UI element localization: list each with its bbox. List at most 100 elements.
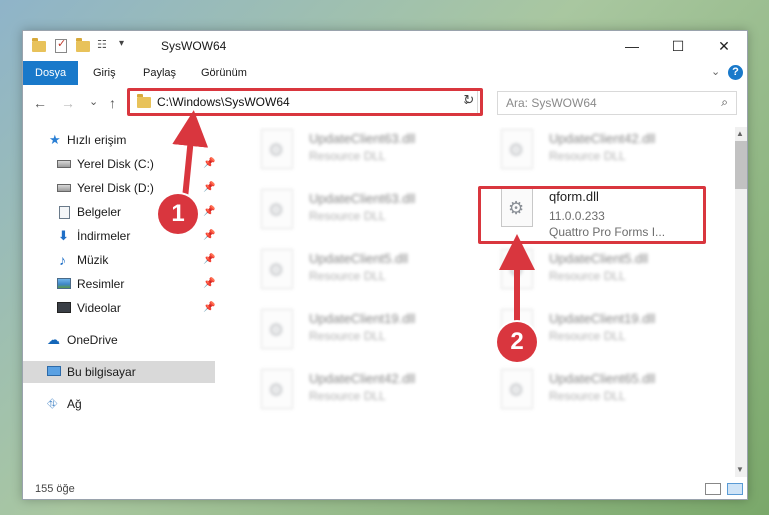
folder-icon — [31, 38, 47, 54]
pin-icon[interactable]: 📌 — [203, 201, 215, 223]
sidebar-item-label: Yerel Disk (D:) — [77, 181, 154, 195]
file-tile[interactable]: UpdateClient5.dll Resource DLL — [483, 247, 703, 303]
scroll-up-icon[interactable]: ▲ — [736, 129, 744, 138]
item-count: 155 öğe — [35, 483, 75, 495]
close-button[interactable]: ✕ — [701, 31, 747, 61]
sidebar-item-pictures[interactable]: Resimler 📌 — [23, 273, 215, 295]
scrollbar-thumb[interactable] — [735, 141, 747, 189]
ribbon-collapse-icon[interactable]: ⌄ — [711, 65, 720, 78]
address-bar[interactable]: C:\Windows\SysWOW64 ⌄ — [128, 90, 478, 114]
search-icon[interactable]: ⌕ — [721, 95, 728, 110]
refresh-button[interactable]: ↻ — [459, 92, 479, 112]
navigation-pane: ★ Hızlı erişim Yerel Disk (C:) 📌 Yerel D… — [23, 127, 215, 467]
sidebar-item-local-disk-c[interactable]: Yerel Disk (C:) 📌 — [23, 153, 215, 175]
large-icons-view-icon[interactable] — [727, 483, 743, 495]
forward-button[interactable]: → — [61, 95, 75, 111]
minimize-button[interactable]: — — [609, 31, 655, 61]
quick-access-toolbar: ☷ ▾ — [31, 37, 141, 54]
explorer-window: ☷ ▾ SysWOW64 — ☐ ✕ Dosya Giriş Paylaş Gö… — [22, 30, 748, 500]
pin-icon[interactable]: 📌 — [203, 177, 215, 199]
scroll-down-icon[interactable]: ▼ — [736, 465, 744, 474]
file-type: Resource DLL — [309, 389, 386, 403]
file-tile-qform[interactable]: qform.dll 11.0.0.233 Quattro Pro Forms I… — [483, 185, 703, 241]
file-type: Resource DLL — [549, 329, 626, 343]
sidebar-item-label: Bu bilgisayar — [67, 365, 136, 379]
dll-file-icon — [501, 129, 533, 169]
pin-icon[interactable]: 📌 — [203, 297, 215, 319]
music-icon: ♪ — [59, 252, 66, 268]
search-input[interactable]: Ara: SysWOW64 — [506, 96, 597, 110]
sidebar-item-music[interactable]: ♪ Müzik 📌 — [23, 249, 215, 271]
dll-file-icon — [501, 249, 533, 289]
details-view-icon[interactable] — [705, 483, 721, 495]
downloads-icon: ⬇ — [58, 228, 69, 243]
callout-badge-2: 2 — [497, 322, 537, 362]
dll-file-icon — [501, 187, 533, 227]
pin-icon[interactable]: 📌 — [203, 273, 215, 295]
properties-icon[interactable] — [53, 37, 69, 54]
view-options-icon[interactable]: ☷ — [97, 38, 113, 54]
file-name: UpdateClient19.dll — [309, 311, 416, 326]
sidebar-item-onedrive[interactable]: ☁ OneDrive — [23, 329, 215, 351]
file-type: Resource DLL — [549, 269, 626, 283]
sidebar-item-network[interactable]: ⛗ Ağ — [23, 393, 215, 415]
file-name: UpdateClient42.dll — [549, 131, 656, 146]
file-name: UpdateClient5.dll — [309, 251, 409, 266]
sidebar-item-videos[interactable]: Videolar 📌 — [23, 297, 215, 319]
videos-icon — [57, 302, 71, 314]
drive-icon — [57, 182, 71, 194]
file-name: UpdateClient19.dll — [549, 311, 656, 326]
sidebar-item-label: Ağ — [67, 397, 82, 411]
tab-dosya[interactable]: Dosya — [23, 61, 79, 85]
maximize-button[interactable]: ☐ — [655, 31, 701, 61]
sidebar-item-label: Belgeler — [77, 205, 122, 219]
file-name: UpdateClient5.dll — [549, 251, 649, 266]
address-path[interactable]: C:\Windows\SysWOW64 — [157, 95, 290, 109]
sidebar-item-quick-access[interactable]: ★ Hızlı erişim — [23, 129, 215, 151]
search-box[interactable]: Ara: SysWOW64 ⌕ — [497, 91, 737, 115]
sidebar-item-label: Hızlı erişim — [67, 133, 127, 147]
file-name: UpdateClient63.dll — [309, 131, 416, 146]
star-icon: ★ — [49, 132, 61, 147]
file-type: Resource DLL — [309, 329, 386, 343]
sidebar-item-label: Yerel Disk (C:) — [77, 157, 154, 171]
tab-gorunum[interactable]: Görünüm — [189, 61, 259, 85]
file-type: Resource DLL — [549, 389, 626, 403]
sidebar-item-label: OneDrive — [67, 333, 118, 347]
network-icon: ⛗ — [47, 396, 58, 411]
help-icon[interactable]: ? — [728, 65, 743, 80]
file-description: Quattro Pro Forms I... — [549, 225, 666, 239]
pin-icon[interactable]: 📌 — [203, 225, 215, 247]
file-tile[interactable]: UpdateClient63.dll Resource DLL — [243, 127, 463, 183]
tab-paylas[interactable]: Paylaş — [131, 61, 188, 85]
file-tile[interactable]: UpdateClient42.dll Resource DLL — [483, 127, 703, 183]
file-tile[interactable]: UpdateClient65.dll Resource DLL — [483, 367, 703, 423]
vertical-scrollbar[interactable]: ▲ ▼ — [735, 127, 747, 477]
pictures-icon — [57, 278, 71, 290]
file-tile[interactable]: UpdateClient42.dll Resource DLL — [243, 367, 463, 423]
computer-icon — [47, 366, 61, 378]
dll-file-icon — [261, 129, 293, 169]
file-tile[interactable]: UpdateClient19.dll Resource DLL — [243, 307, 463, 363]
file-tile[interactable]: UpdateClient5.dll Resource DLL — [243, 247, 463, 303]
pin-icon[interactable]: 📌 — [203, 249, 215, 271]
file-tile[interactable]: UpdateClient63.dll Resource DLL — [243, 187, 463, 243]
file-type: Resource DLL — [309, 149, 386, 163]
up-button[interactable]: ↑ — [109, 95, 116, 111]
sidebar-item-label: Videolar — [77, 301, 121, 315]
pin-icon[interactable]: 📌 — [203, 153, 215, 175]
dll-file-icon — [261, 189, 293, 229]
file-name: UpdateClient63.dll — [309, 191, 416, 206]
back-button[interactable]: ← — [33, 95, 47, 111]
file-list: UpdateClient63.dll Resource DLL UpdateCl… — [223, 127, 733, 467]
folder-icon — [137, 94, 151, 108]
dll-file-icon — [501, 369, 533, 409]
sidebar-item-label: Müzik — [77, 253, 109, 267]
customize-toolbar-icon[interactable]: ▾ — [119, 38, 135, 54]
recent-locations-button[interactable]: ⌄ — [89, 95, 98, 108]
new-folder-icon[interactable] — [75, 38, 91, 54]
callout-badge-1: 1 — [158, 194, 198, 234]
tab-giris[interactable]: Giriş — [81, 61, 128, 85]
sidebar-item-this-pc[interactable]: Bu bilgisayar — [23, 361, 215, 383]
navigation-bar: ← → ⌄ ↑ C:\Windows\SysWOW64 ⌄ ↻ Ara: Sys… — [23, 85, 747, 121]
